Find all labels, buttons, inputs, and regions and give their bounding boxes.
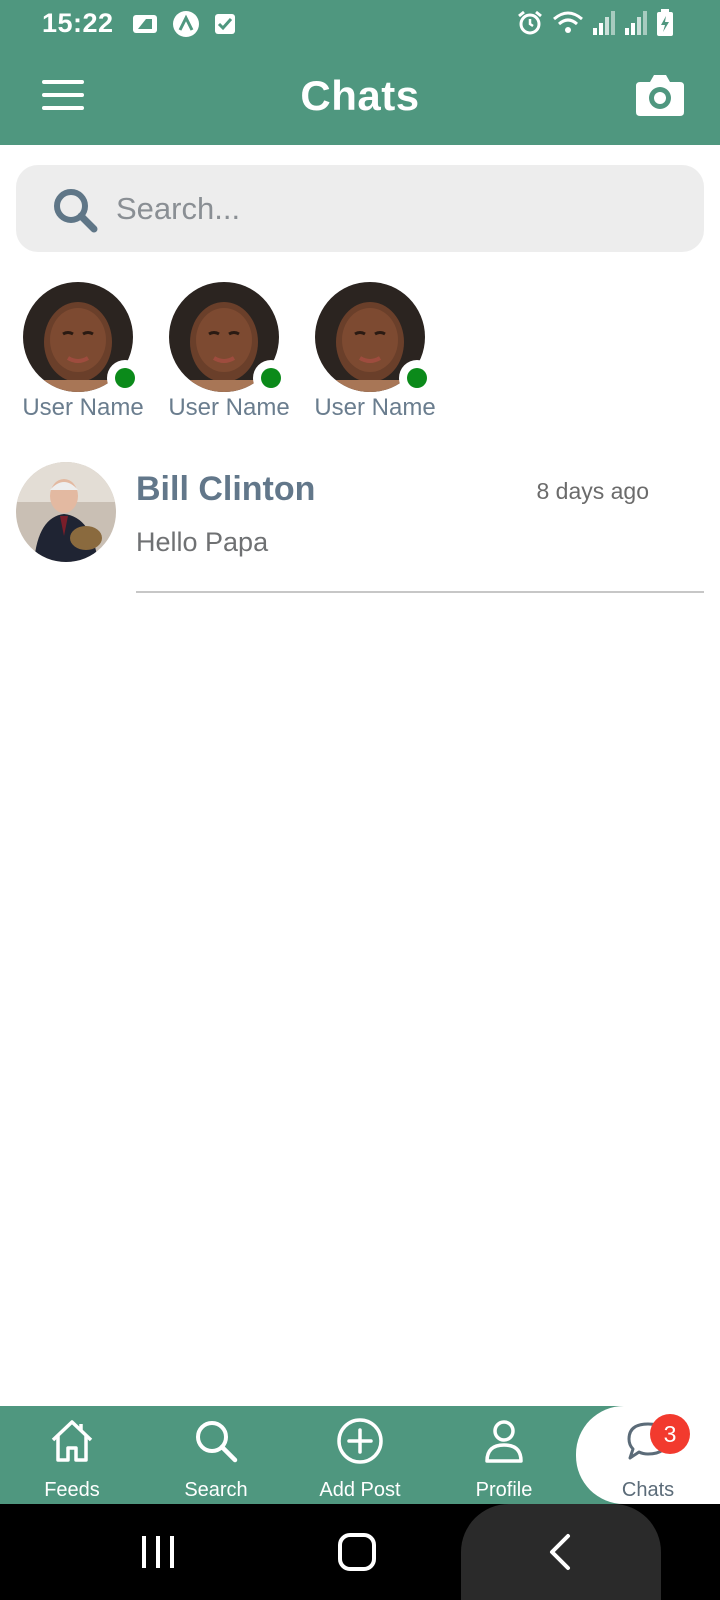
online-users-list: User Name User Name User Name xyxy=(22,282,436,422)
nav-label: Add Post xyxy=(319,1479,401,1501)
nav-label: Search xyxy=(184,1479,248,1501)
sim-card-icon xyxy=(132,13,158,35)
story-item[interactable]: User Name xyxy=(168,282,290,422)
story-item[interactable]: User Name xyxy=(314,282,436,422)
nav-item-profile[interactable]: Profile xyxy=(432,1406,576,1504)
online-status-dot xyxy=(399,360,435,396)
status-left-icons xyxy=(132,10,236,38)
wifi-icon xyxy=(552,9,584,37)
nav-item-add-post[interactable]: Add Post xyxy=(288,1406,432,1504)
bottom-navigation: Feeds Search Add Post Profile 3 Chats xyxy=(0,1406,720,1504)
signal-icon xyxy=(624,10,648,36)
nav-label: Feeds xyxy=(44,1479,100,1501)
back-button[interactable] xyxy=(540,1532,584,1572)
online-status-dot xyxy=(107,360,143,396)
search-input[interactable] xyxy=(116,181,676,237)
alarm-icon xyxy=(516,9,544,37)
home-button[interactable] xyxy=(336,1532,380,1572)
story-user-name: User Name xyxy=(22,394,144,421)
checkbox-icon xyxy=(214,12,236,36)
nav-item-feeds[interactable]: Feeds xyxy=(0,1406,144,1504)
recent-apps-button[interactable] xyxy=(138,1532,182,1572)
search-bar[interactable] xyxy=(16,165,704,252)
nav-item-chats[interactable]: 3 Chats xyxy=(576,1406,720,1504)
camera-icon xyxy=(634,75,686,122)
status-bar: 15:22 xyxy=(0,0,720,48)
story-user-name: User Name xyxy=(314,394,436,421)
status-right-icons xyxy=(516,9,674,37)
app-logo-icon xyxy=(172,10,200,38)
online-status-dot xyxy=(253,360,289,396)
divider xyxy=(136,591,704,593)
app-header: 15:22 Chats xyxy=(0,0,720,145)
user-icon xyxy=(479,1416,529,1466)
unread-count-badge: 3 xyxy=(650,1414,690,1454)
battery-charging-icon xyxy=(656,9,674,37)
chat-contact-name: Bill Clinton xyxy=(136,470,316,508)
chat-list-item[interactable]: Bill Clinton 8 days ago Hello Papa xyxy=(16,462,704,594)
avatar xyxy=(16,462,116,562)
page-title: Chats xyxy=(300,72,420,119)
signal-icon xyxy=(592,10,616,36)
add-circle-icon xyxy=(335,1416,385,1466)
home-icon xyxy=(47,1416,97,1466)
chat-last-message: Hello Papa xyxy=(136,527,269,557)
system-navigation-bar xyxy=(0,1504,720,1600)
status-time: 15:22 xyxy=(42,8,114,38)
nav-item-search[interactable]: Search xyxy=(144,1406,288,1504)
story-user-name: User Name xyxy=(168,394,290,421)
story-item[interactable]: User Name xyxy=(22,282,144,422)
search-icon xyxy=(191,1416,241,1466)
chat-timestamp: 8 days ago xyxy=(536,478,649,504)
nav-label: Chats xyxy=(621,1479,675,1501)
nav-label: Profile xyxy=(475,1479,533,1501)
search-icon xyxy=(50,185,100,235)
camera-button[interactable] xyxy=(634,70,686,118)
